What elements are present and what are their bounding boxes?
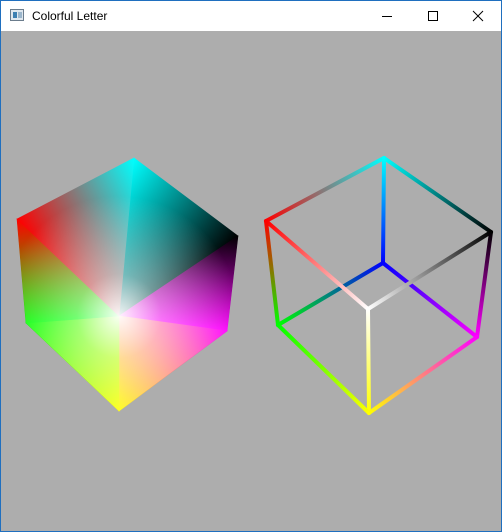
window-title: Colorful Letter: [32, 9, 108, 23]
opengl-canvas[interactable]: [1, 31, 501, 531]
title-bar[interactable]: Colorful Letter: [1, 1, 501, 31]
minimize-icon: [382, 16, 392, 17]
cube-center-highlight: [17, 158, 238, 411]
close-icon: [472, 10, 484, 22]
wireframe-color-cube: [264, 156, 493, 415]
minimize-button[interactable]: [364, 1, 410, 31]
app-window: Colorful Letter: [0, 0, 502, 532]
wire-edge-yellow-magenta: [367, 335, 479, 415]
wire-edge-blue-magenta: [381, 261, 479, 339]
app-window-icon: [10, 9, 24, 21]
wire-edge-black-magenta: [475, 230, 493, 339]
wire-edge-red-green: [264, 219, 280, 327]
wire-edge-cyan-black: [382, 156, 493, 234]
close-button[interactable]: [455, 1, 501, 31]
wire-edge-cyan-blue: [381, 156, 386, 265]
maximize-icon: [428, 11, 438, 21]
wire-edge-red-white: [264, 219, 370, 311]
maximize-button[interactable]: [410, 1, 456, 31]
wire-edge-white-yellow: [366, 307, 371, 415]
wire-edge-red-cyan: [264, 156, 386, 223]
cube-scene: [16, 156, 493, 415]
wire-edge-green-yellow: [276, 323, 371, 415]
solid-color-cube: [16, 157, 239, 412]
